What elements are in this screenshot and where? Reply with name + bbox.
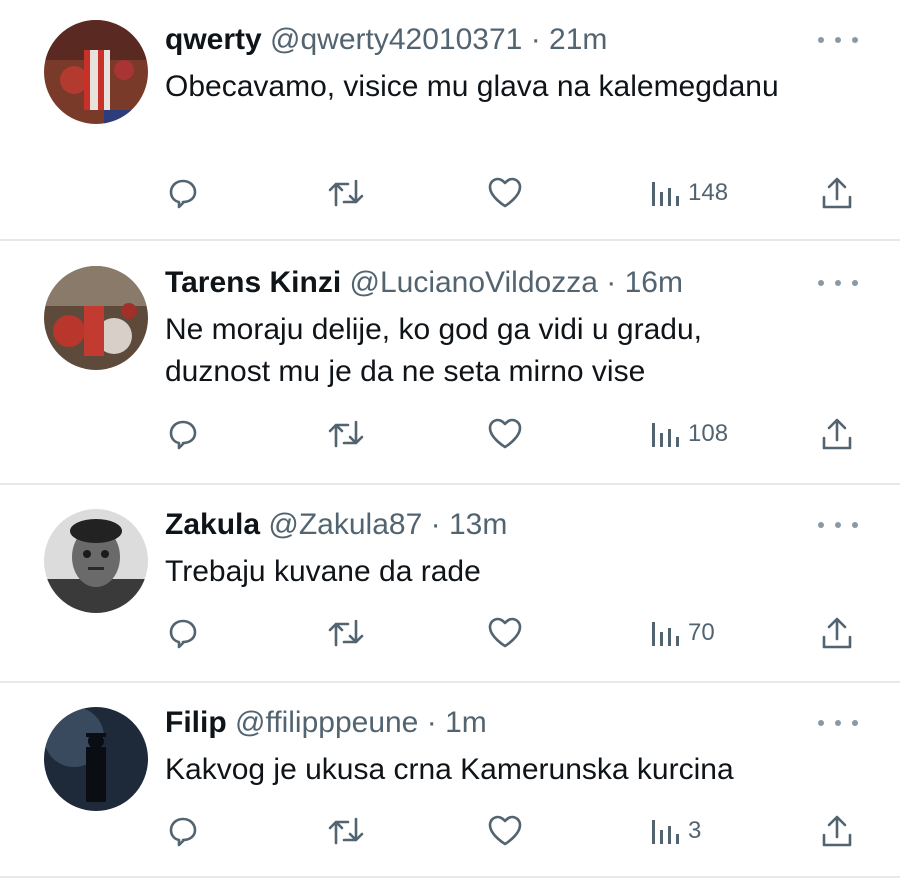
author-handle[interactable]: @Zakula87 — [268, 508, 422, 541]
more-icon[interactable] — [818, 273, 858, 293]
tweet-actions: 3 — [0, 811, 900, 851]
separator: · — [606, 266, 617, 299]
share-icon — [822, 617, 852, 649]
views-count: 70 — [688, 619, 715, 646]
author-handle[interactable]: @ffilipppeune — [235, 706, 418, 739]
tweet-text: Kakvog je ukusa crna Kamerunska kurcina — [165, 753, 734, 786]
tweet-header: Tarens Kinzi @LucianoVildozza · 16m — [165, 265, 683, 301]
more-icon[interactable] — [818, 515, 858, 535]
views-button[interactable]: 148 — [650, 173, 728, 213]
tweet-text: Trebaju kuvane da rade — [165, 555, 481, 588]
reply-button[interactable] — [165, 613, 201, 653]
author-handle[interactable]: @LucianoVildozza — [350, 266, 598, 299]
timestamp[interactable]: 21m — [549, 23, 607, 56]
author-name[interactable]: Filip — [165, 706, 227, 739]
like-button[interactable] — [486, 173, 524, 213]
retweet-icon — [328, 817, 364, 845]
heart-icon — [488, 617, 522, 648]
share-button[interactable] — [820, 811, 854, 851]
like-button[interactable] — [486, 414, 524, 454]
retweet-icon — [328, 420, 364, 448]
reply-button[interactable] — [165, 414, 201, 454]
reply-icon — [169, 619, 197, 649]
tweet-header: Zakula @Zakula87 · 13m — [165, 507, 507, 543]
timestamp[interactable]: 1m — [445, 706, 487, 739]
more-icon[interactable] — [818, 713, 858, 733]
timestamp[interactable]: 16m — [625, 266, 683, 299]
retweet-button[interactable] — [326, 811, 366, 851]
share-icon — [822, 418, 852, 450]
author-name[interactable]: Zakula — [165, 508, 260, 541]
share-button[interactable] — [820, 173, 854, 213]
author-name[interactable]: qwerty — [165, 23, 262, 56]
tweet-actions: 108 — [0, 414, 900, 454]
reply-icon — [169, 420, 197, 450]
author-name[interactable]: Tarens Kinzi — [165, 266, 341, 299]
views-button[interactable]: 108 — [650, 414, 728, 454]
views-count: 148 — [688, 179, 729, 206]
tweet-header: qwerty @qwerty42010371 · 21m — [165, 22, 607, 58]
separator: · — [430, 508, 441, 541]
views-icon — [652, 423, 679, 447]
avatar[interactable] — [44, 509, 148, 613]
heart-icon — [488, 418, 522, 449]
views-button[interactable]: 3 — [650, 811, 701, 851]
tweet-text: Ne moraju delije, ko god ga vidi u gradu… — [165, 313, 702, 388]
more-icon[interactable] — [818, 30, 858, 50]
like-button[interactable] — [486, 613, 524, 653]
reply-icon — [169, 179, 197, 209]
tweet-text: Obecavamo, visice mu glava na kalemegdan… — [165, 70, 779, 103]
retweet-button[interactable] — [326, 613, 366, 653]
author-handle[interactable]: @qwerty42010371 — [270, 23, 522, 56]
reply-feed: qwerty @qwerty42010371 · 21m Obecavamo, … — [0, 0, 900, 880]
separator: · — [426, 706, 437, 739]
retweet-icon — [328, 619, 364, 647]
avatar[interactable] — [44, 707, 148, 811]
share-button[interactable] — [820, 613, 854, 653]
retweet-button[interactable] — [326, 173, 366, 213]
divider — [0, 239, 900, 241]
tweet-header: Filip @ffilipppeune · 1m — [165, 705, 487, 741]
timestamp[interactable]: 13m — [449, 508, 507, 541]
avatar[interactable] — [44, 20, 148, 124]
views-count: 108 — [688, 420, 729, 447]
divider — [0, 681, 900, 683]
share-icon — [822, 177, 852, 209]
share-icon — [822, 815, 852, 847]
heart-icon — [488, 815, 522, 846]
divider — [0, 483, 900, 485]
views-icon — [652, 182, 679, 206]
retweet-button[interactable] — [326, 414, 366, 454]
tweet-actions: 70 — [0, 613, 900, 653]
separator: · — [530, 23, 541, 56]
reply-icon — [169, 817, 197, 847]
views-icon — [652, 622, 679, 646]
reply-button[interactable] — [165, 811, 201, 851]
views-button[interactable]: 70 — [650, 613, 715, 653]
heart-icon — [488, 177, 522, 208]
views-icon — [652, 820, 679, 844]
retweet-icon — [328, 179, 364, 207]
views-count: 3 — [688, 817, 702, 844]
like-button[interactable] — [486, 811, 524, 851]
reply-button[interactable] — [165, 173, 201, 213]
divider — [0, 876, 900, 878]
share-button[interactable] — [820, 414, 854, 454]
avatar[interactable] — [44, 266, 148, 370]
tweet-actions: 148 — [0, 173, 900, 213]
